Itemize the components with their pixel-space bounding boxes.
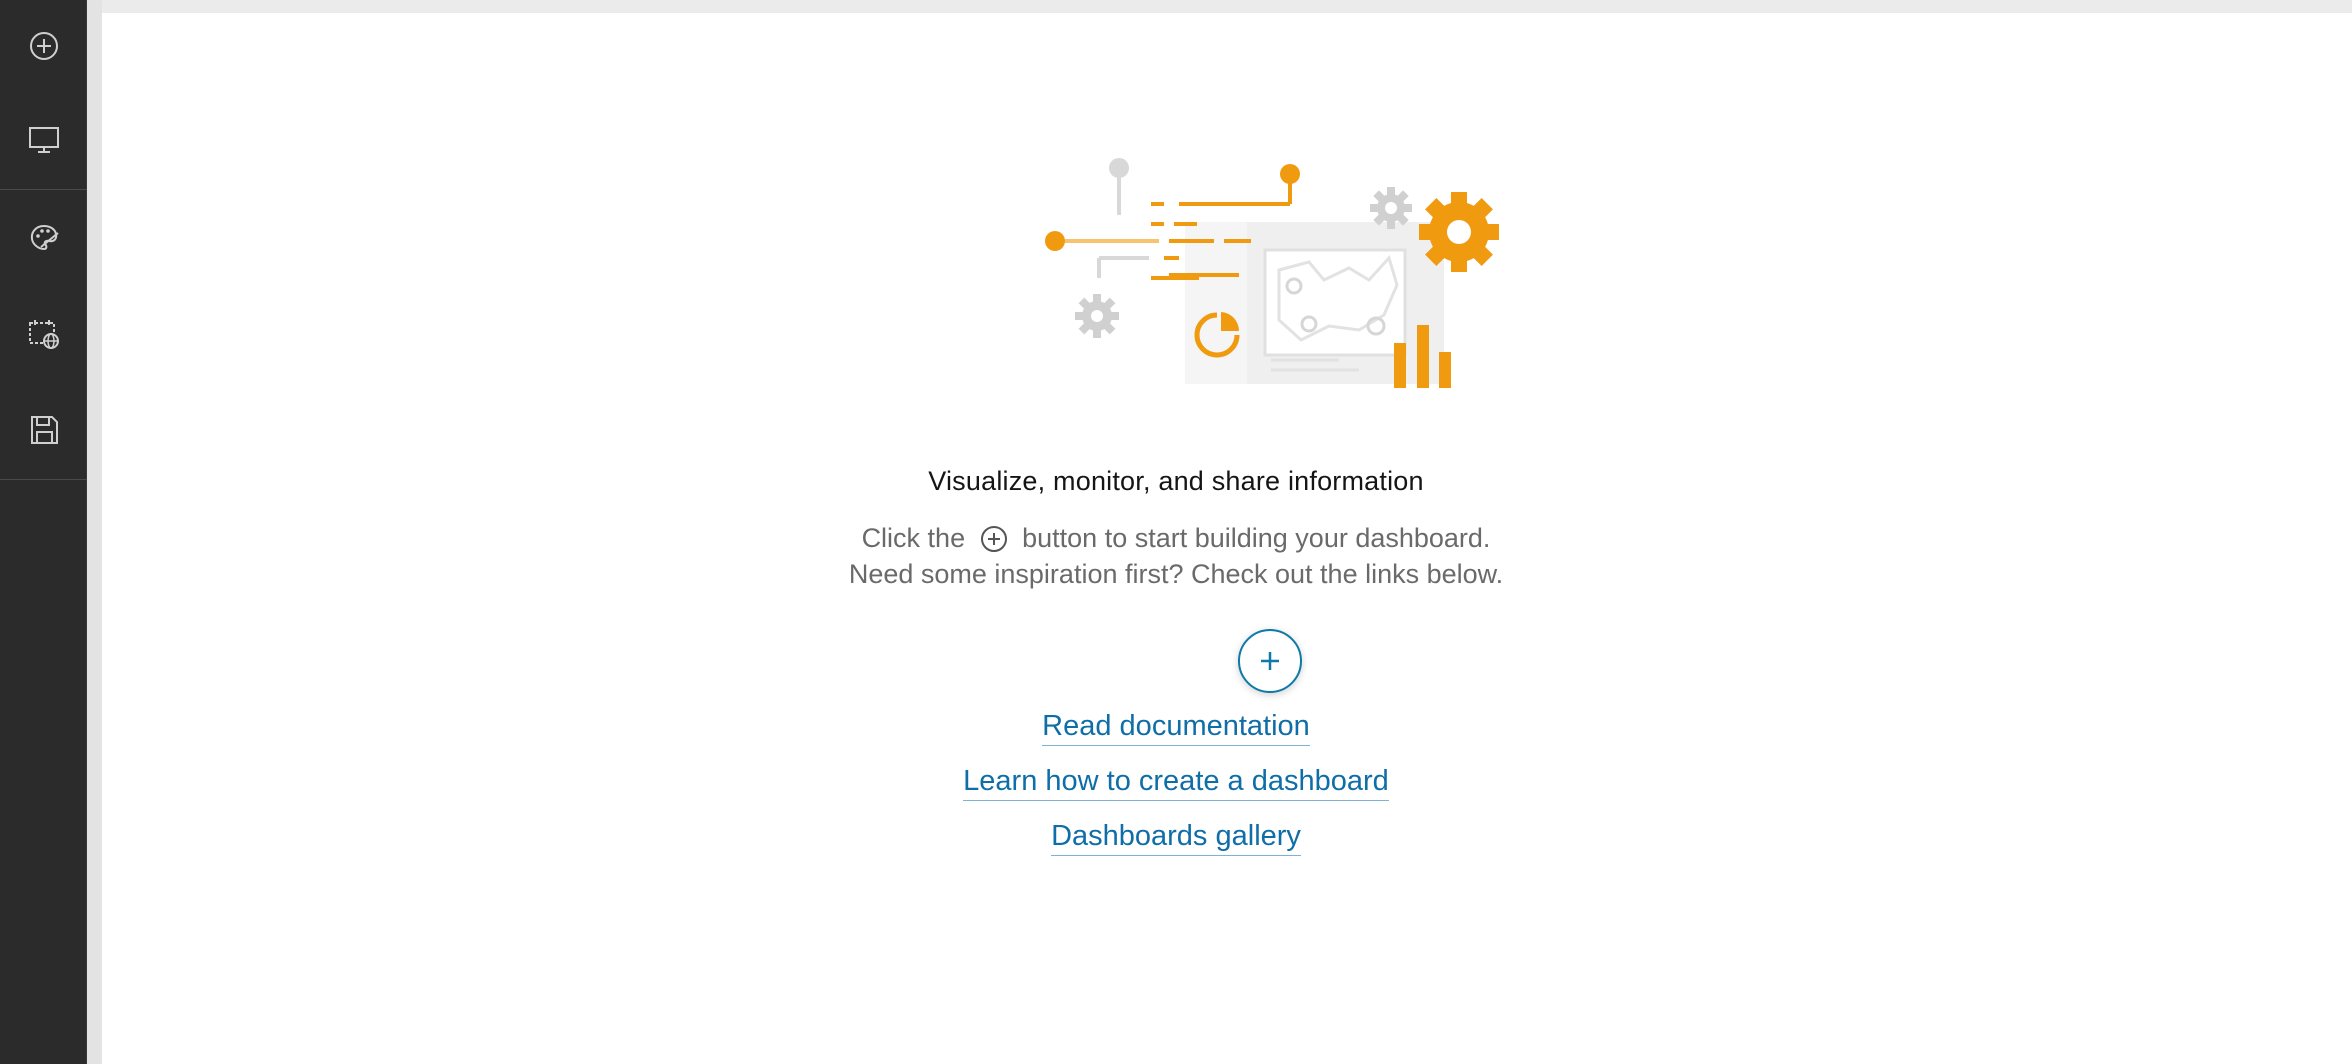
empty-state-title: Visualize, monitor, and share informatio… bbox=[928, 466, 1424, 496]
description-line-1: Click the button to start building your … bbox=[861, 523, 1491, 553]
dashboard-illustration bbox=[1045, 158, 1499, 388]
description-line-2: Need some inspiration first? Check out t… bbox=[848, 559, 1504, 589]
add-element-button[interactable] bbox=[0, 0, 87, 92]
save-button[interactable] bbox=[0, 384, 87, 476]
settings-button[interactable] bbox=[0, 288, 87, 380]
add-circle-icon bbox=[980, 526, 1007, 552]
palette-icon bbox=[30, 224, 59, 251]
layout-button[interactable] bbox=[0, 94, 87, 186]
read-documentation-link[interactable]: Read documentation bbox=[1042, 710, 1310, 746]
save-icon bbox=[30, 416, 58, 444]
sidebar-divider bbox=[0, 189, 87, 190]
empty-state-description: Click the button to start building your … bbox=[0, 520, 2352, 592]
add-element-circle-button[interactable] bbox=[1238, 629, 1302, 693]
dashboards-gallery-link[interactable]: Dashboards gallery bbox=[1051, 820, 1301, 856]
monitor-icon bbox=[28, 127, 59, 153]
add-circle-icon bbox=[29, 32, 58, 60]
help-links: Read documentation Learn how to create a… bbox=[0, 710, 2352, 875]
learn-create-dashboard-link[interactable]: Learn how to create a dashboard bbox=[963, 765, 1389, 801]
plus-icon bbox=[1261, 652, 1279, 670]
calendar-globe-icon bbox=[28, 320, 59, 349]
theme-button[interactable] bbox=[0, 192, 87, 284]
